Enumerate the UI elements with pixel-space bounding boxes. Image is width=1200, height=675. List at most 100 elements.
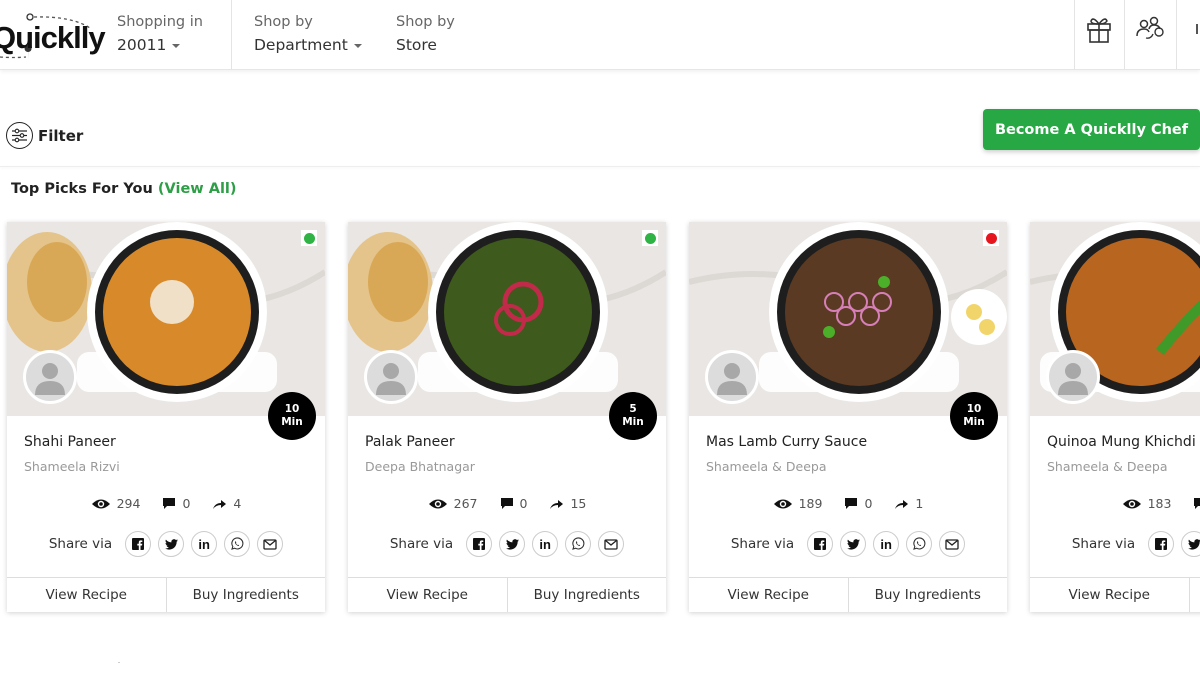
comment-icon <box>845 498 858 509</box>
cook-time-value: 10 <box>284 403 300 415</box>
buy-ingredients-button[interactable]: Buy Ingredients <box>1188 578 1200 612</box>
facebook-icon <box>132 538 145 550</box>
whatsapp-share-button[interactable] <box>565 531 592 557</box>
views-count: 267 <box>453 496 478 511</box>
whatsapp-share-button[interactable] <box>906 531 933 557</box>
email-share-button[interactable] <box>257 531 284 557</box>
recipe-image[interactable] <box>1030 222 1200 416</box>
section-divider <box>0 166 1200 167</box>
divider <box>1124 0 1125 70</box>
facebook-icon <box>473 538 486 550</box>
divider <box>1176 0 1177 70</box>
chef-avatar[interactable] <box>705 350 759 404</box>
filter-button[interactable]: Filter <box>6 122 83 149</box>
comments-stat: 0 <box>500 496 528 511</box>
facebook-share-button[interactable] <box>466 531 493 557</box>
twitter-icon <box>164 538 178 550</box>
chef-avatar[interactable] <box>364 350 418 404</box>
share-label: Share via <box>389 536 454 552</box>
recipe-image[interactable] <box>689 222 1007 416</box>
linkedin-share-button[interactable]: in <box>873 531 900 557</box>
become-chef-button[interactable]: Become A Quicklly Chef <box>983 109 1200 150</box>
recipe-title[interactable]: Shahi Paneer <box>24 434 116 450</box>
comment-icon <box>500 498 513 509</box>
refer-friends-icon[interactable] <box>1135 14 1165 44</box>
twitter-icon <box>505 538 519 550</box>
quicklly-logo[interactable]: Quicklly <box>0 8 106 60</box>
cook-time-unit: Min <box>963 416 985 428</box>
share-row: Share via in <box>1030 531 1200 557</box>
recipe-author[interactable]: Shameela Rizvi <box>24 459 120 474</box>
divider <box>1074 0 1075 70</box>
views-count: 189 <box>798 496 823 511</box>
view-recipe-button[interactable]: View Recipe <box>348 578 507 612</box>
recipe-stats: 294 0 4 <box>7 496 325 511</box>
store-label: Shop by <box>396 14 455 30</box>
share-label: Share via <box>48 536 113 552</box>
recipe-card: 10 Min Shahi Paneer Shameela Rizvi 294 0 <box>7 222 325 612</box>
linkedin-icon: in <box>880 536 892 552</box>
recipe-image[interactable] <box>348 222 666 416</box>
twitter-share-button[interactable] <box>1181 531 1200 557</box>
whatsapp-share-button[interactable] <box>224 531 251 557</box>
shop-by-department-menu[interactable]: Shop by Department <box>254 11 362 57</box>
stray-mark <box>118 662 120 663</box>
whatsapp-icon <box>572 537 585 550</box>
recipe-author[interactable]: Shameela & Deepa <box>1047 459 1168 474</box>
facebook-share-button[interactable] <box>125 531 152 557</box>
cook-time-unit: Min <box>281 416 303 428</box>
recipe-card: 5 Min Palak Paneer Deepa Bhatnagar 267 0 <box>348 222 666 612</box>
eye-icon <box>773 499 792 508</box>
views-stat: 189 <box>773 496 823 511</box>
recipe-title[interactable]: Mas Lamb Curry Sauce <box>706 434 867 450</box>
email-share-button[interactable] <box>598 531 625 557</box>
location-label: Shopping in <box>117 14 203 30</box>
twitter-share-button[interactable] <box>499 531 526 557</box>
cook-time-value: 5 <box>629 403 637 415</box>
twitter-share-button[interactable] <box>840 531 867 557</box>
shares-count: 1 <box>915 496 924 511</box>
section-title: Top Picks For You <box>11 181 153 197</box>
facebook-share-button[interactable] <box>807 531 834 557</box>
location-selector[interactable]: Shopping in 20011 <box>117 11 203 57</box>
shop-by-store-link[interactable]: Shop by Store <box>396 11 455 57</box>
chef-avatar[interactable] <box>23 350 77 404</box>
recipe-author[interactable]: Shameela & Deepa <box>706 459 827 474</box>
location-value: 20011 <box>117 36 167 54</box>
recipe-card: 10 Min Mas Lamb Curry Sauce Shameela & D… <box>689 222 1007 612</box>
menu-icon-partial[interactable] <box>1196 24 1198 34</box>
view-all-link[interactable]: (View All) <box>158 181 237 197</box>
diet-indicator-icon <box>301 230 317 246</box>
twitter-share-button[interactable] <box>158 531 185 557</box>
buy-ingredients-button[interactable]: Buy Ingredients <box>165 578 326 612</box>
linkedin-share-button[interactable]: in <box>532 531 559 557</box>
email-share-button[interactable] <box>939 531 966 557</box>
facebook-share-button[interactable] <box>1148 531 1175 557</box>
share-arrow-icon <box>213 499 227 509</box>
recipe-image[interactable] <box>7 222 325 416</box>
gift-icon[interactable] <box>1085 14 1115 44</box>
chef-avatar[interactable] <box>1046 350 1100 404</box>
share-row: Share via in <box>7 531 325 557</box>
recipe-stats: 267 0 15 <box>348 496 666 511</box>
envelope-icon <box>604 538 618 550</box>
buy-ingredients-button[interactable]: Buy Ingredients <box>847 578 1008 612</box>
comments-count: 0 <box>519 496 528 511</box>
share-row: Share via in <box>689 531 1007 557</box>
eye-icon <box>1122 499 1141 508</box>
recipe-author[interactable]: Deepa Bhatnagar <box>365 459 475 474</box>
view-recipe-button[interactable]: View Recipe <box>689 578 848 612</box>
recipe-title[interactable]: Quinoa Mung Khichdi <box>1047 434 1196 450</box>
eye-icon <box>428 499 447 508</box>
cook-time-value: 10 <box>966 403 982 415</box>
view-recipe-button[interactable]: View Recipe <box>7 578 166 612</box>
linkedin-share-button[interactable]: in <box>191 531 218 557</box>
card-actions: View Recipe Buy Ingredients <box>348 577 666 612</box>
shares-count: 4 <box>233 496 242 511</box>
recipe-title[interactable]: Palak Paneer <box>365 434 455 450</box>
linkedin-icon: in <box>198 536 210 552</box>
view-recipe-button[interactable]: View Recipe <box>1030 578 1189 612</box>
buy-ingredients-button[interactable]: Buy Ingredients <box>506 578 667 612</box>
comment-icon <box>163 498 176 509</box>
twitter-icon <box>1187 538 1200 550</box>
